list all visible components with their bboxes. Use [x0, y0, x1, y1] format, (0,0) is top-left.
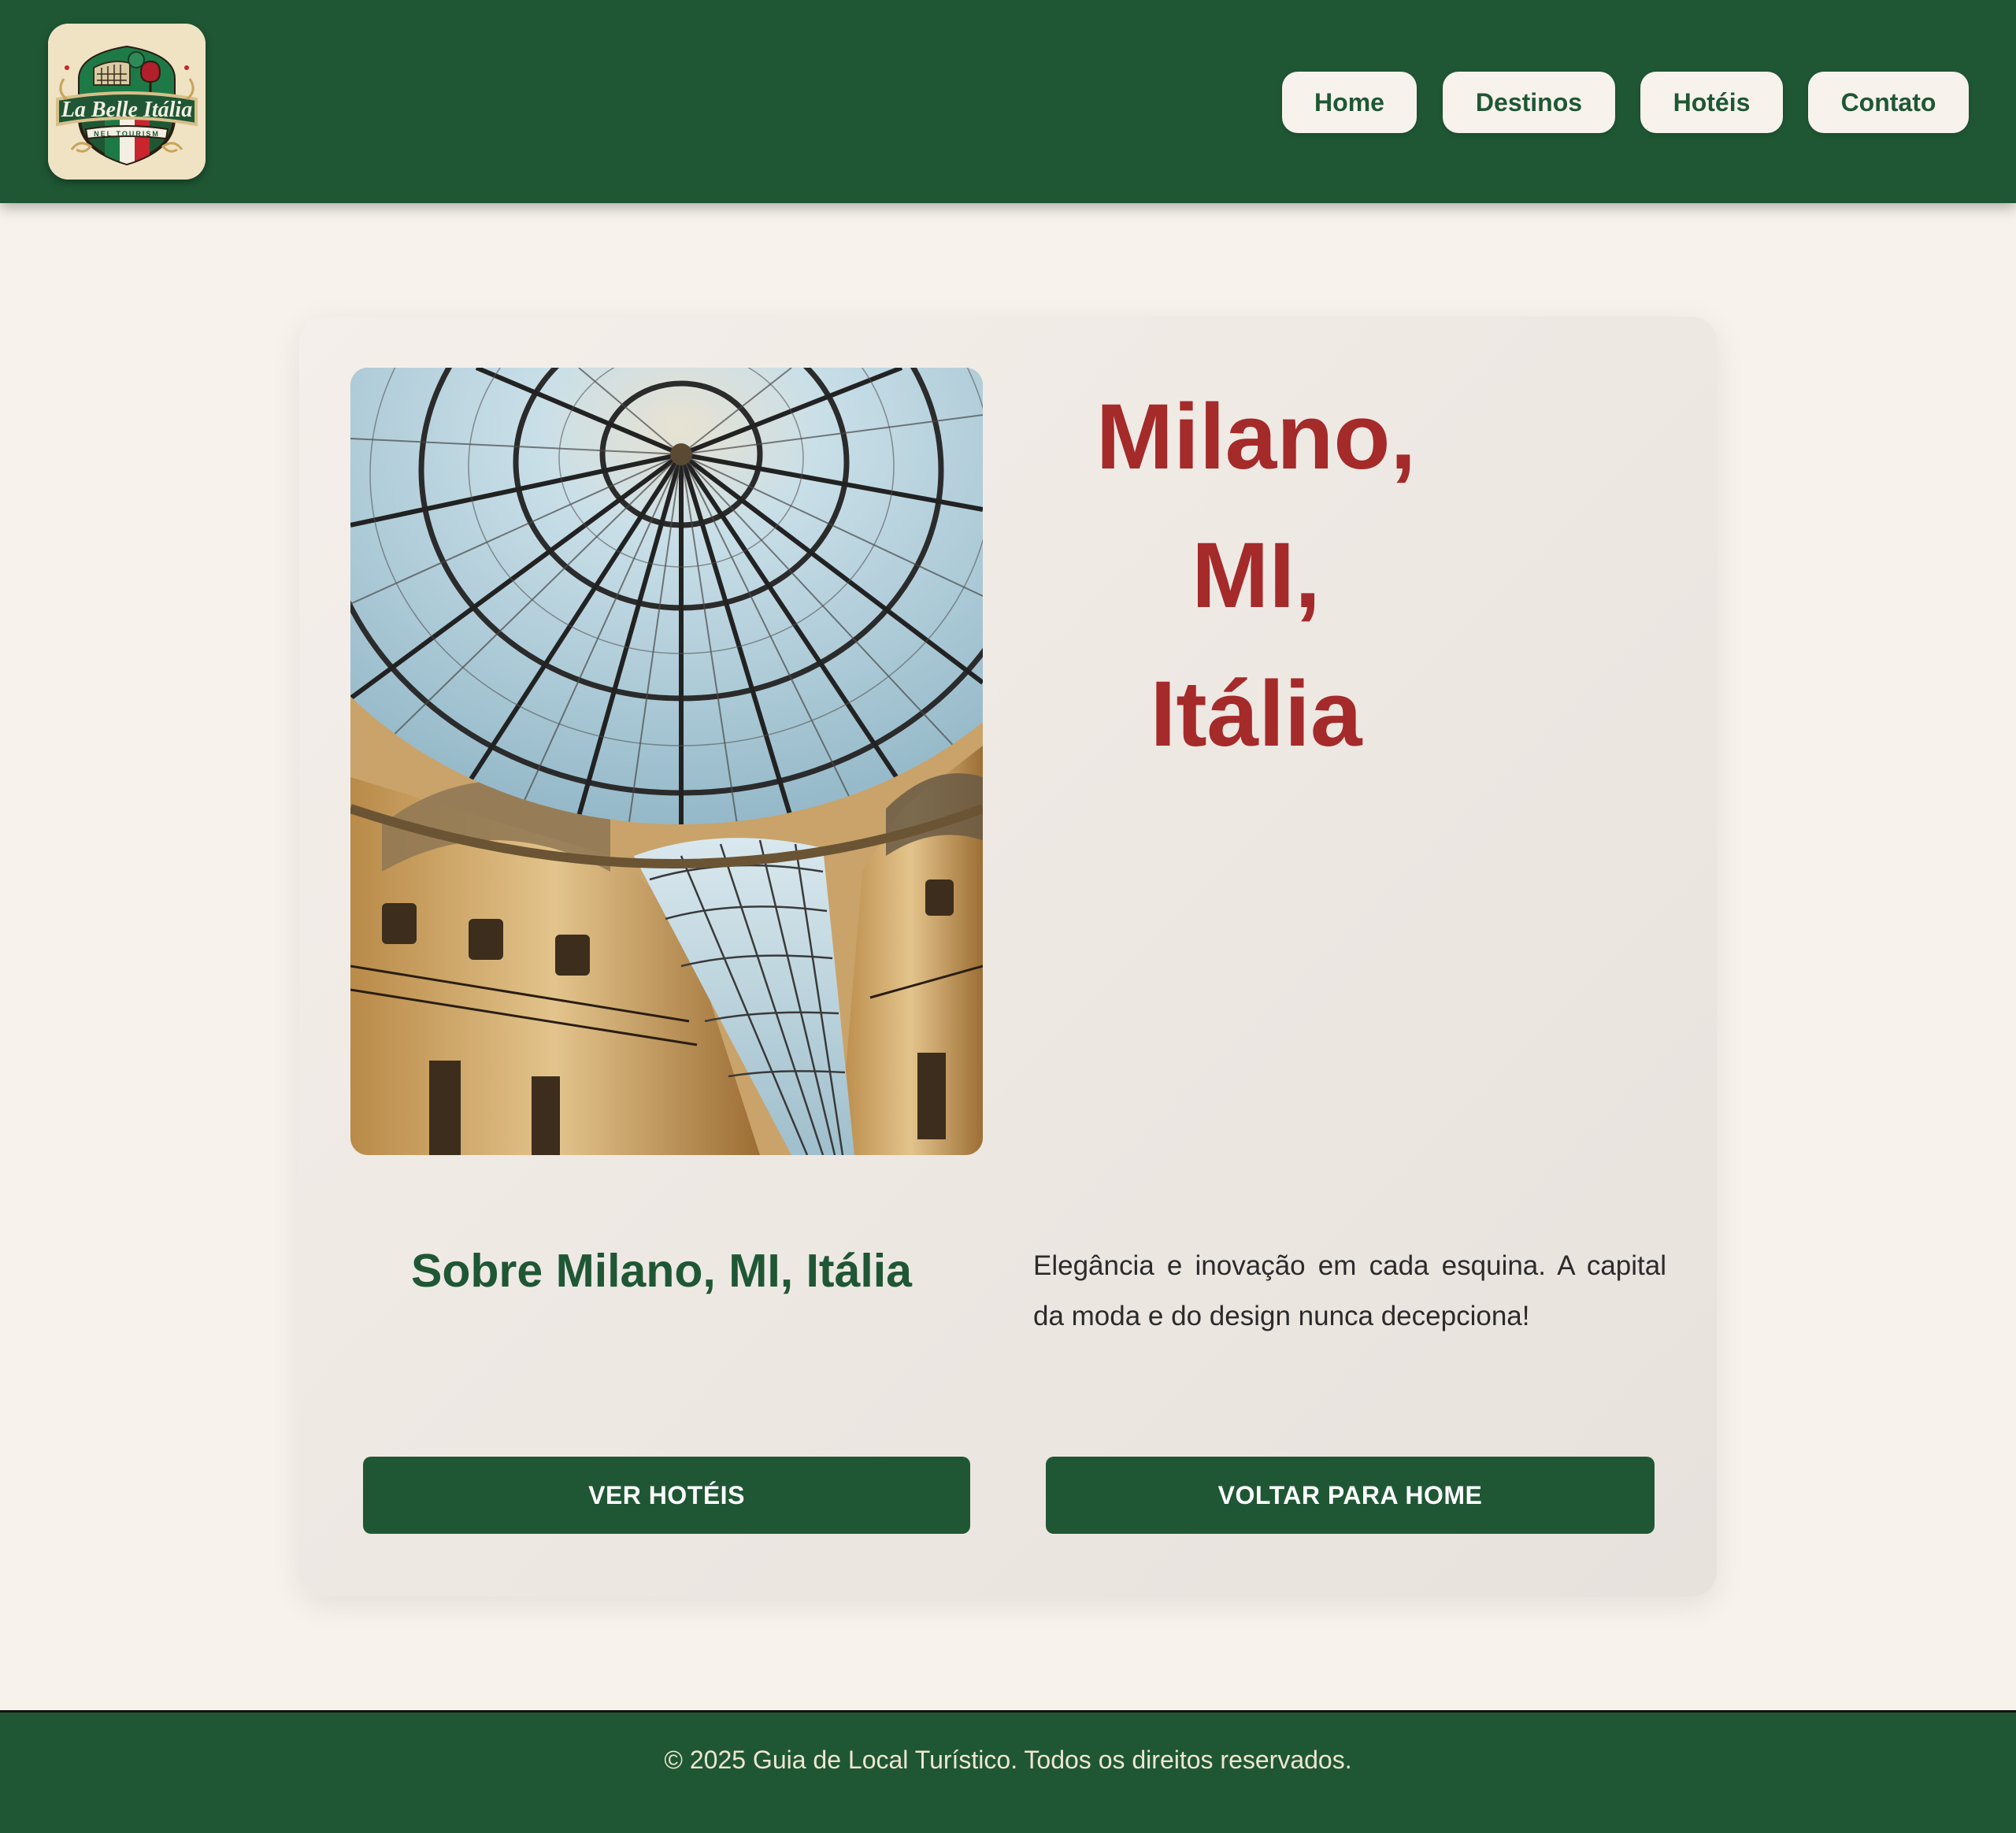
- back-to-home-button[interactable]: VOLTAR PARA HOME: [1046, 1457, 1655, 1534]
- destination-card: Milano, MI, Itália Sobre Milano, MI, Itá…: [299, 317, 1717, 1597]
- city-title-line1: Milano, MI,: [1095, 385, 1417, 628]
- city-title-line2: Itália: [1150, 662, 1362, 766]
- view-hotels-button[interactable]: VER HOTÉIS: [363, 1457, 970, 1534]
- nav-destinos-button[interactable]: Destinos: [1443, 72, 1615, 133]
- main-navigation: Home Destinos Hotéis Contato: [0, 72, 2016, 133]
- about-title: Sobre Milano, MI, Itália: [411, 1245, 912, 1297]
- destination-photo: [350, 368, 983, 1155]
- about-description: Elegância e inovação em cada esquina. A …: [1033, 1250, 1666, 1331]
- copyright-text: © 2025 Guia de Local Turístico. Todos os…: [664, 1746, 1352, 1774]
- nav-hoteis-button[interactable]: Hotéis: [1640, 72, 1783, 133]
- city-title: Milano, MI, Itália: [1040, 368, 1473, 783]
- site-footer: © 2025 Guia de Local Turístico. Todos os…: [0, 1710, 2016, 1833]
- site-header: La Belle Itália NEL TOURISM Home Destino…: [0, 0, 2016, 203]
- nav-home-button[interactable]: Home: [1282, 72, 1417, 133]
- nav-contato-button[interactable]: Contato: [1808, 72, 1969, 133]
- galleria-dome-photo-icon: [350, 368, 983, 1155]
